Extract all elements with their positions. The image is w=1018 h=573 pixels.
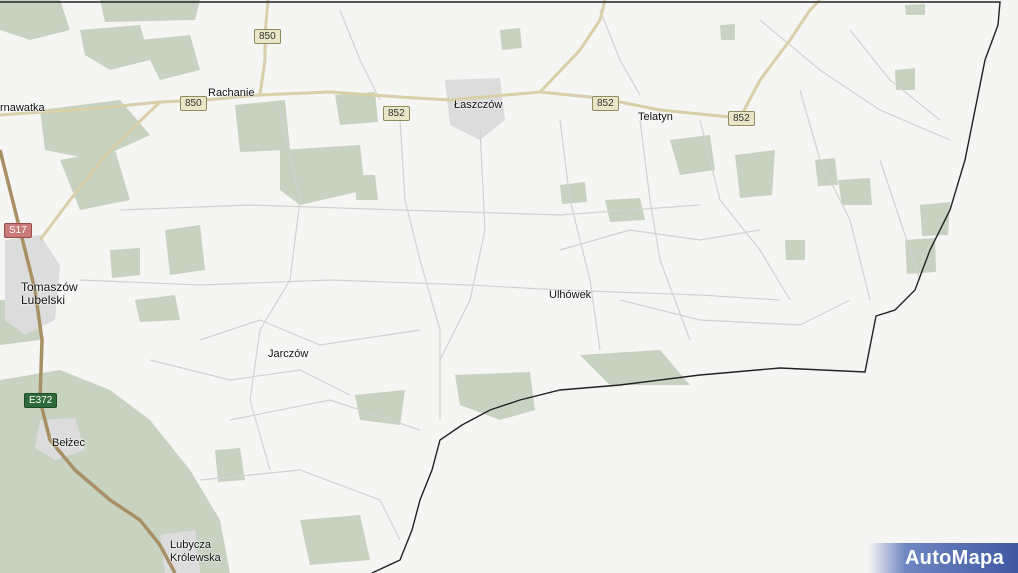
place-label-telatyn[interactable]: Telatyn <box>638 111 673 123</box>
place-label-jarczow[interactable]: Jarczów <box>268 348 308 360</box>
road-badge-s17: S17 <box>4 223 32 238</box>
place-label-belzec[interactable]: Bełżec <box>52 437 85 449</box>
map-canvas[interactable] <box>0 0 1018 573</box>
place-label-laszczow[interactable]: Łaszczów <box>454 99 502 111</box>
place-label-ulhowek[interactable]: Ulhówek <box>549 289 591 301</box>
map-viewport[interactable]: Rachanie Łaszczów Telatyn rnawatka Tomas… <box>0 0 1018 573</box>
place-label-tomaszow-lubelski[interactable]: Tomaszów Lubelski <box>21 281 91 307</box>
road-badge-852: 852 <box>383 106 410 121</box>
road-badge-850: 850 <box>180 96 207 111</box>
road-badge-850: 850 <box>254 29 281 44</box>
road-badge-852: 852 <box>592 96 619 111</box>
place-label-rachanie[interactable]: Rachanie <box>208 87 254 99</box>
automapa-logo[interactable]: AutoMapa <box>868 543 1018 573</box>
road-badge-e372: E372 <box>24 393 58 408</box>
road-badge-852: 852 <box>728 111 755 126</box>
place-label-lubycza-krolewska[interactable]: Lubycza Królewska <box>170 539 240 565</box>
place-label-tarnawatka[interactable]: rnawatka <box>0 102 45 114</box>
